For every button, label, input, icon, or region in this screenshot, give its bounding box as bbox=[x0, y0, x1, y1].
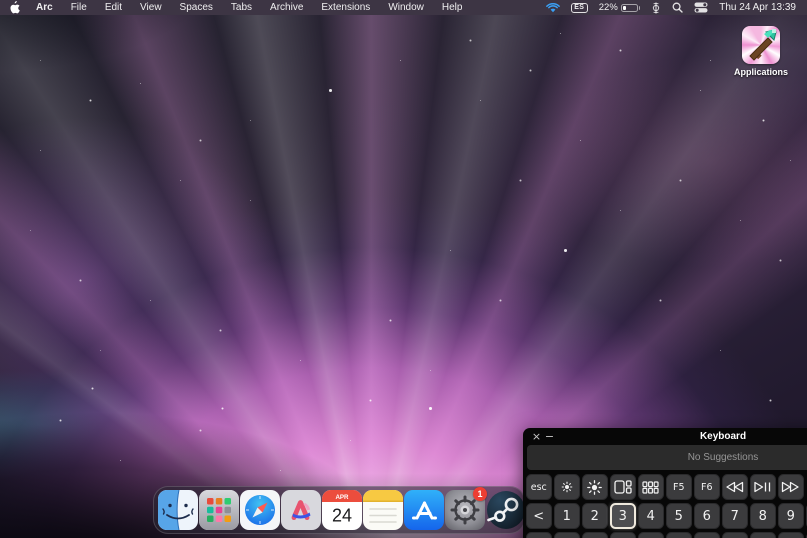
dock-item-app-store[interactable] bbox=[404, 490, 444, 530]
dock-item-notes[interactable] bbox=[363, 490, 403, 530]
key-1[interactable]: 1 bbox=[554, 503, 580, 529]
menu-item-tabs[interactable]: Tabs bbox=[222, 2, 261, 13]
notification-badge: 1 bbox=[473, 487, 487, 501]
input-source-badge[interactable]: ES bbox=[571, 3, 588, 13]
svg-text:24: 24 bbox=[332, 506, 352, 526]
app-store-icon bbox=[404, 490, 444, 530]
key-esc[interactable]: esc bbox=[526, 474, 552, 500]
keyboard-rows: esc F5F6 <1234567890 bbox=[523, 470, 807, 538]
notes-icon bbox=[363, 490, 403, 530]
brightness-up-icon bbox=[586, 479, 603, 496]
spotlight-search-icon[interactable] bbox=[672, 2, 683, 13]
steam-icon bbox=[486, 490, 526, 530]
key-row3-6[interactable] bbox=[694, 532, 720, 538]
desktop-icon-applications[interactable]: Applications bbox=[729, 26, 793, 77]
key-f6[interactable]: F6 bbox=[694, 474, 720, 500]
menu-items: ArcFileEditViewSpacesTabsArchiveExtensio… bbox=[27, 0, 471, 15]
calendar-icon: APR 24 bbox=[322, 490, 362, 530]
apple-menu-icon[interactable] bbox=[10, 1, 27, 14]
mission-control-icon bbox=[614, 480, 632, 494]
key-8[interactable]: 8 bbox=[750, 503, 776, 529]
rewind-icon bbox=[725, 481, 744, 493]
fast-forward-icon bbox=[781, 481, 800, 493]
pickaxe-icon bbox=[742, 26, 780, 64]
key-row3-1[interactable] bbox=[554, 532, 580, 538]
dock-item-launchpad[interactable] bbox=[199, 490, 239, 530]
suggestion-bar: No Suggestions bbox=[527, 445, 807, 470]
launchpad-key-icon bbox=[642, 481, 659, 494]
menu-item-view[interactable]: View bbox=[131, 2, 171, 13]
dock: APR 24 1 bbox=[153, 486, 525, 534]
dock-item-calendar[interactable]: APR 24 bbox=[322, 490, 362, 530]
key-4[interactable]: 4 bbox=[638, 503, 664, 529]
key-row3-2[interactable] bbox=[582, 532, 608, 538]
key-brightness-up[interactable] bbox=[582, 474, 608, 500]
no-suggestions-label: No Suggestions bbox=[688, 452, 759, 463]
key-row3-3[interactable] bbox=[610, 532, 636, 538]
menu-item-arc[interactable]: Arc bbox=[27, 2, 62, 13]
dock-item-finder[interactable] bbox=[158, 490, 198, 530]
key-f5[interactable]: F5 bbox=[666, 474, 692, 500]
dock-item-arc[interactable] bbox=[281, 490, 321, 530]
wifi-icon[interactable] bbox=[546, 3, 560, 13]
function-key-row: esc F5F6 bbox=[526, 474, 807, 500]
number-key-row: <1234567890 bbox=[526, 503, 807, 529]
control-center-icon[interactable] bbox=[694, 2, 708, 13]
finder-icon bbox=[158, 490, 198, 530]
key-rewind[interactable] bbox=[722, 474, 748, 500]
dock-item-system-settings[interactable]: 1 bbox=[445, 490, 485, 530]
menu-item-spaces[interactable]: Spaces bbox=[171, 2, 222, 13]
key-3[interactable]: 3 bbox=[610, 503, 636, 529]
key-mission-control[interactable] bbox=[610, 474, 636, 500]
dock-item-safari[interactable] bbox=[240, 490, 280, 530]
launchpad-icon bbox=[199, 490, 239, 530]
keyboard-window-titlebar: × − Keyboard bbox=[523, 428, 807, 445]
dock-item-steam[interactable] bbox=[486, 490, 526, 530]
keyboard-window: × − Keyboard No Suggestions esc F5F6 <123… bbox=[523, 428, 807, 538]
key-play-pause[interactable] bbox=[750, 474, 776, 500]
menu-bar-status: ES 22% Thu 24 Apr 13:39 bbox=[546, 0, 796, 15]
menu-item-edit[interactable]: Edit bbox=[96, 2, 131, 13]
keyboard-window-title: Keyboard bbox=[523, 431, 807, 442]
safari-icon bbox=[240, 490, 280, 530]
key-9[interactable]: 9 bbox=[778, 503, 804, 529]
third-key-row bbox=[526, 532, 807, 538]
battery-percent-label: 22% bbox=[599, 2, 618, 13]
key-row3-9[interactable] bbox=[778, 532, 804, 538]
key-row3-8[interactable] bbox=[750, 532, 776, 538]
key-row3-7[interactable] bbox=[722, 532, 748, 538]
desktop-icon-label: Applications bbox=[734, 67, 788, 77]
menu-item-help[interactable]: Help bbox=[433, 2, 472, 13]
menu-bar-clock[interactable]: Thu 24 Apr 13:39 bbox=[719, 2, 796, 13]
battery-icon-nub bbox=[639, 6, 641, 10]
key-row3-4[interactable] bbox=[638, 532, 664, 538]
key-5[interactable]: 5 bbox=[666, 503, 692, 529]
menu-item-file[interactable]: File bbox=[62, 2, 96, 13]
key-launchpad-key[interactable] bbox=[638, 474, 664, 500]
arc-icon bbox=[281, 490, 321, 530]
key-brightness-down[interactable] bbox=[554, 474, 580, 500]
menu-item-extensions[interactable]: Extensions bbox=[312, 2, 379, 13]
key-2[interactable]: 2 bbox=[582, 503, 608, 529]
key-row3-5[interactable] bbox=[666, 532, 692, 538]
svg-text:APR: APR bbox=[335, 494, 349, 501]
battery-status[interactable]: 22% bbox=[599, 2, 641, 13]
menu-item-archive[interactable]: Archive bbox=[261, 2, 312, 13]
brightness-down-icon bbox=[559, 479, 575, 495]
menu-item-window[interactable]: Window bbox=[379, 2, 433, 13]
battery-icon bbox=[621, 4, 638, 12]
key-less-than[interactable]: < bbox=[526, 503, 552, 529]
key-fast-forward[interactable] bbox=[778, 474, 804, 500]
accessibility-icon[interactable] bbox=[651, 2, 661, 14]
key-6[interactable]: 6 bbox=[694, 503, 720, 529]
key-row3-0[interactable] bbox=[526, 532, 552, 538]
menu-bar-left: ArcFileEditViewSpacesTabsArchiveExtensio… bbox=[10, 0, 471, 15]
desktop-screen: ArcFileEditViewSpacesTabsArchiveExtensio… bbox=[0, 0, 807, 538]
key-7[interactable]: 7 bbox=[722, 503, 748, 529]
menu-bar: ArcFileEditViewSpacesTabsArchiveExtensio… bbox=[0, 0, 807, 15]
play-pause-icon bbox=[753, 481, 772, 493]
